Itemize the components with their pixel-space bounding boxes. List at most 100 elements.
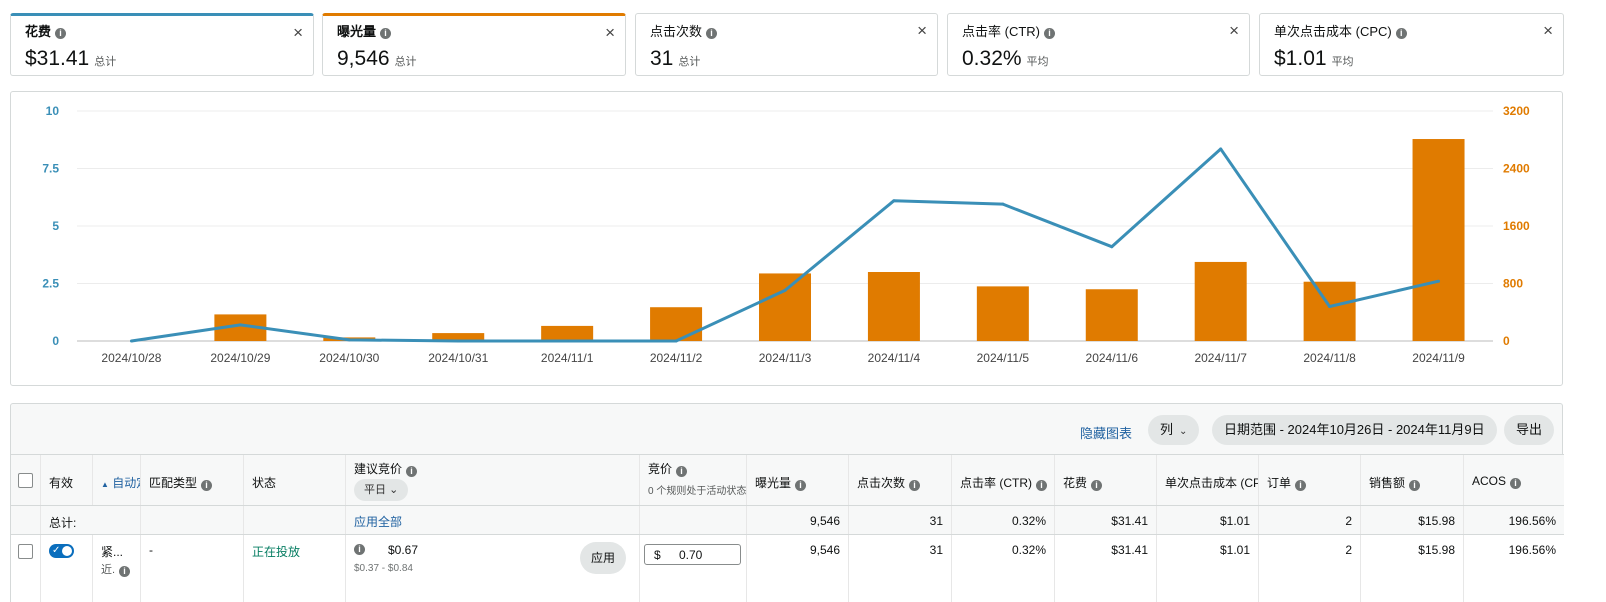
weekday-label: 平日: [364, 484, 386, 496]
keyword-text[interactable]: 紧...: [101, 543, 123, 560]
close-icon[interactable]: ×: [605, 24, 615, 41]
x-tick-label: 2024/11/8: [1303, 351, 1356, 365]
spend-point: [674, 339, 678, 343]
info-icon[interactable]: i: [119, 566, 131, 577]
apply-button[interactable]: 应用: [580, 542, 626, 574]
header-spend[interactable]: 花费 i: [1055, 455, 1157, 505]
bid-rules-text: 0 个规则处于活动状态: [648, 486, 747, 497]
row-bid-cell: $0.70: [640, 535, 747, 602]
row-active-cell: ✓: [41, 535, 93, 602]
info-icon[interactable]: i: [201, 480, 213, 491]
info-icon[interactable]: i: [795, 480, 807, 491]
close-icon[interactable]: ×: [1229, 22, 1239, 39]
impressions-bar: [1412, 139, 1465, 341]
date-range-button[interactable]: 日期范围 - 2024年10月26日 - 2024年11月9日: [1212, 415, 1497, 445]
row-acos: 196.56%: [1508, 543, 1556, 557]
info-icon[interactable]: i: [55, 28, 67, 39]
totals-cpc: $1.01: [1157, 506, 1259, 534]
info-icon[interactable]: i: [1091, 480, 1103, 491]
close-icon[interactable]: ×: [1543, 22, 1553, 39]
totals-ctr: 0.32%: [952, 506, 1055, 534]
spend-point: [456, 339, 460, 343]
metric-value: 31 总计: [650, 47, 701, 70]
info-icon[interactable]: i: [706, 28, 718, 39]
metric-value: 0.32% 平均: [962, 47, 1049, 70]
impressions-bar: [1303, 281, 1356, 341]
header-cpc[interactable]: 单次点击成本 (CPC): [1157, 455, 1259, 505]
chevron-down-icon: ⌄: [1179, 426, 1188, 437]
status-text: 正在投放: [252, 545, 301, 559]
header-impressions[interactable]: 曝光量 i: [747, 455, 849, 505]
keyword-table-panel: 隐藏图表 列 ⌄ 日期范围 - 2024年10月26日 - 2024年11月9日 …: [10, 403, 1564, 602]
x-tick-label: 2024/11/3: [759, 351, 812, 365]
header-acos[interactable]: ACOS i: [1464, 455, 1564, 505]
info-icon[interactable]: i: [1295, 480, 1307, 491]
metric-card-impressions[interactable]: 曝光量 i × 9,546 总计: [322, 13, 626, 76]
bid-value: 0.70: [679, 548, 703, 562]
chevron-down-icon: ⌄: [389, 484, 399, 496]
active-toggle[interactable]: ✓: [49, 544, 74, 558]
metric-card-cpc[interactable]: 单次点击成本 (CPC) i × $1.01 平均: [1259, 13, 1564, 76]
columns-dropdown[interactable]: 列 ⌄: [1148, 415, 1200, 445]
info-icon[interactable]: i: [909, 480, 921, 491]
info-icon[interactable]: i: [676, 466, 688, 477]
impressions-bar: [867, 272, 920, 341]
row-clicks: 31: [849, 535, 952, 602]
row-match-type-cell: -: [141, 535, 244, 602]
header-clicks[interactable]: 点击次数 i: [849, 455, 952, 505]
x-tick-label: 2024/10/28: [101, 351, 161, 365]
spend-point: [783, 288, 787, 292]
metric-value: $1.01 平均: [1274, 47, 1354, 70]
y-left-tick-label: 5: [52, 219, 59, 233]
row-select-cell: [11, 535, 41, 602]
metric-card-spend[interactable]: 花费 i × $31.41 总计: [10, 13, 314, 76]
header-active[interactable]: 有效: [41, 455, 93, 505]
header-select-cell: [11, 455, 41, 505]
x-tick-label: 2024/11/5: [977, 351, 1030, 365]
info-icon[interactable]: i: [354, 544, 365, 555]
x-tick-label: 2024/10/29: [210, 351, 270, 365]
metric-value: $31.41 总计: [25, 47, 117, 70]
header-sales[interactable]: 销售额 i: [1361, 455, 1464, 505]
header-orders[interactable]: 订单 i: [1259, 455, 1361, 505]
info-icon[interactable]: i: [1395, 28, 1407, 39]
info-icon[interactable]: i: [1409, 480, 1421, 491]
x-tick-label: 2024/10/30: [319, 351, 379, 365]
info-icon[interactable]: i: [1510, 478, 1522, 489]
header-keyword[interactable]: ▲ 自动定: [93, 455, 141, 505]
row-ctr: 0.32%: [952, 535, 1055, 602]
apply-all-link[interactable]: 应用全部: [354, 513, 402, 530]
header-ctr[interactable]: 点击率 (CTR) i: [952, 455, 1055, 505]
row-checkbox[interactable]: [18, 544, 33, 559]
info-icon[interactable]: i: [380, 28, 392, 39]
export-button[interactable]: 导出: [1504, 415, 1555, 445]
hide-chart-link[interactable]: 隐藏图表: [1080, 423, 1132, 442]
header-status[interactable]: 状态: [244, 455, 346, 505]
close-icon[interactable]: ×: [917, 22, 927, 39]
x-tick-label: 2024/11/2: [650, 351, 703, 365]
totals-acos: 196.56%: [1508, 514, 1556, 528]
header-suggested-bid[interactable]: 建议竞价 i 平日 ⌄: [346, 455, 640, 505]
impressions-bar: [541, 325, 594, 341]
weekday-dropdown[interactable]: 平日 ⌄: [354, 479, 409, 501]
bid-input[interactable]: $0.70: [644, 544, 741, 565]
spend-point: [1219, 147, 1223, 151]
columns-label: 列: [1160, 422, 1174, 437]
select-all-checkbox[interactable]: [18, 473, 33, 488]
info-icon[interactable]: i: [1036, 480, 1047, 491]
row-cpc: $1.01: [1157, 535, 1259, 602]
x-tick-label: 2024/11/9: [1412, 351, 1465, 365]
totals-blank: [141, 506, 244, 534]
totals-apply-cell: 应用全部: [346, 506, 640, 534]
suggested-bid-value: $0.67: [388, 543, 419, 557]
info-icon[interactable]: i: [406, 466, 418, 477]
header-bid[interactable]: 竞价 i 0 个规则处于活动状态: [640, 455, 747, 505]
metric-label: 点击率 (CTR) i: [962, 21, 1055, 40]
header-match-type[interactable]: 匹配类型 i: [141, 455, 244, 505]
metric-card-clicks[interactable]: 点击次数 i × 31 总计: [635, 13, 938, 76]
metric-cards: 花费 i × $31.41 总计 曝光量 i × 9,546 总计 点击次数 i × 31…: [10, 13, 1601, 76]
metric-card-ctr[interactable]: 点击率 (CTR) i × 0.32% 平均: [947, 13, 1250, 76]
info-icon[interactable]: i: [1044, 28, 1055, 39]
y-left-tick-label: 0: [52, 334, 59, 348]
close-icon[interactable]: ×: [293, 24, 303, 41]
